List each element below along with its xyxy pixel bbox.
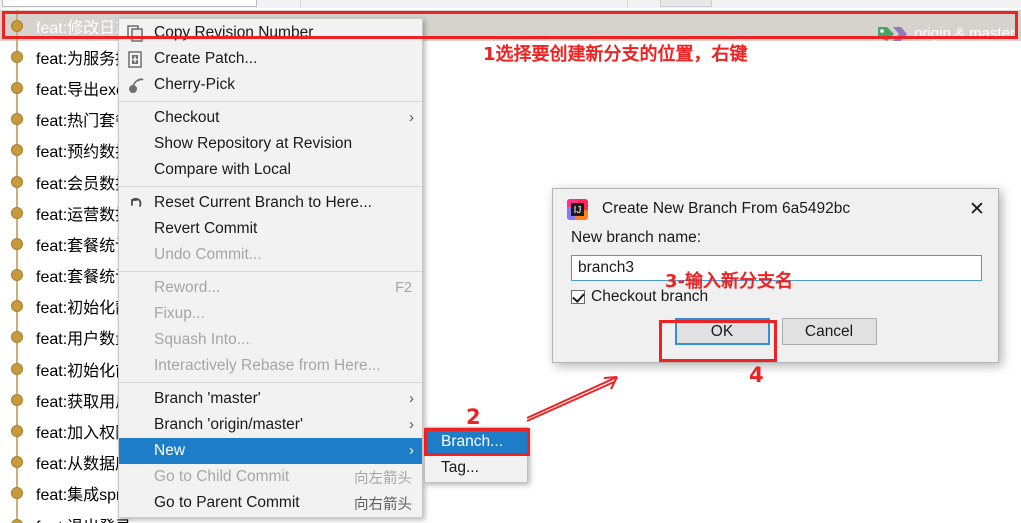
menu-separator	[119, 271, 422, 272]
new-submenu[interactable]: Branch... Tag...	[424, 427, 528, 483]
menu-item-checkout[interactable]: Checkout ›	[119, 105, 422, 131]
copy-icon	[126, 24, 145, 43]
graph-commit-node	[11, 425, 23, 438]
chevron-right-icon: ›	[409, 390, 414, 407]
menu-item-label: Checkout	[154, 109, 220, 126]
menu-item-label: Fixup...	[154, 305, 205, 322]
menu-item-label: Squash Into...	[154, 331, 250, 348]
menu-item-label: Go to Parent Commit	[154, 494, 300, 511]
log-filter-input[interactable]	[2, 0, 257, 7]
menu-item-label: Go to Child Commit	[154, 468, 290, 485]
graph-commit-node	[11, 237, 23, 250]
graph-commit-node	[11, 393, 23, 406]
menu-item-interactively-rebase-from-here: Interactively Rebase from Here...	[119, 353, 422, 379]
branch-ref-label: origin & master	[914, 25, 1015, 42]
menu-item-label: Compare with Local	[154, 161, 291, 178]
menu-item-fixup: Fixup...	[119, 301, 422, 327]
intellij-idea-icon: IJ	[567, 198, 588, 220]
menu-separator	[119, 101, 422, 102]
submenu-item-tag[interactable]: Tag...	[425, 455, 527, 481]
menu-item-branch-origin-master[interactable]: Branch 'origin/master' ›	[119, 412, 422, 438]
menu-item-copy-revision-number[interactable]: Copy Revision Number	[119, 20, 422, 46]
commit-message: feat:退出登录	[36, 513, 131, 523]
cancel-button[interactable]: Cancel	[781, 318, 877, 345]
checkbox-box[interactable]	[571, 290, 585, 304]
ok-button[interactable]: OK	[674, 318, 770, 345]
graph-commit-node	[11, 206, 23, 219]
svg-text:IJ: IJ	[574, 205, 582, 216]
menu-item-go-to-child-commit: Go to Child Commit 向左箭头	[119, 464, 422, 490]
menu-item-label: Create Patch...	[154, 50, 258, 67]
graph-commit-node	[11, 175, 23, 188]
graph-commit-node	[11, 144, 23, 157]
dialog-title: Create New Branch From 6a5492bc	[602, 200, 851, 217]
menu-item-reset-current-branch-to-here[interactable]: Reset Current Branch to Here...	[119, 190, 422, 216]
menu-separator	[119, 186, 422, 187]
menu-item-label: Revert Commit	[154, 220, 258, 237]
dialog-buttons: OK Cancel	[571, 318, 980, 345]
menu-item-label: Copy Revision Number	[154, 24, 314, 41]
toolbar-chip[interactable]	[660, 0, 712, 7]
toolbar-separator	[627, 0, 628, 7]
graph-commit-node	[11, 487, 23, 500]
submenu-item-branch[interactable]: Branch...	[425, 429, 527, 455]
annotation-step4-number: 4	[749, 363, 764, 387]
cherry-icon	[126, 76, 145, 95]
menu-item-shortcut: 向右箭头	[354, 496, 412, 513]
chevron-right-icon: ›	[409, 442, 414, 459]
top-toolbar-strip	[0, 0, 1021, 8]
menu-item-undo-commit: Undo Commit...	[119, 242, 422, 268]
menu-separator	[119, 382, 422, 383]
graph-commit-node	[11, 19, 23, 32]
commit-context-menu[interactable]: Copy Revision Number Create Patch... Cherr…	[118, 18, 423, 518]
patch-icon	[126, 50, 145, 69]
menu-item-label: Interactively Rebase from Here...	[154, 357, 381, 374]
screenshot-root: feat:修改日志输出位置 feat:为服务提供 feat:导出excel feat:…	[0, 0, 1021, 523]
menu-item-label: Reset Current Branch to Here...	[154, 194, 372, 211]
graph-commit-node	[11, 300, 23, 313]
menu-item-new[interactable]: New ›	[119, 438, 422, 464]
annotation-step2-number: 2	[466, 405, 481, 429]
close-icon[interactable]: ✕	[962, 195, 992, 223]
menu-item-label: Undo Commit...	[154, 246, 262, 263]
reset-icon	[126, 194, 145, 213]
menu-item-shortcut: F2	[395, 280, 412, 296]
graph-commit-node	[11, 113, 23, 126]
chevron-right-icon: ›	[409, 416, 414, 433]
menu-item-create-patch[interactable]: Create Patch...	[119, 46, 422, 72]
menu-item-label: Cherry-Pick	[154, 76, 235, 93]
menu-item-show-repository-at-revision[interactable]: Show Repository at Revision	[119, 131, 422, 157]
dialog-titlebar: IJ Create New Branch From 6a5492bc ✕	[553, 189, 998, 229]
menu-item-compare-with-local[interactable]: Compare with Local	[119, 157, 422, 183]
branch-ref-chip[interactable]: origin & master	[875, 25, 1015, 42]
branch-name-label: New branch name:	[571, 229, 702, 246]
graph-commit-node	[11, 456, 23, 469]
menu-item-branch-master[interactable]: Branch 'master' ›	[119, 386, 422, 412]
graph-commit-node	[11, 331, 23, 344]
graph-commit-node	[11, 362, 23, 375]
graph-commit-node	[11, 81, 23, 94]
menu-item-reword: Reword... F2	[119, 275, 422, 301]
menu-item-shortcut: 向左箭头	[354, 470, 412, 487]
menu-item-label: Show Repository at Revision	[154, 135, 353, 152]
menu-item-squash-into: Squash Into...	[119, 327, 422, 353]
annotation-step1-text: 1选择要创建新分支的位置，右键	[483, 44, 748, 65]
menu-item-revert-commit[interactable]: Revert Commit	[119, 216, 422, 242]
menu-item-label: Reword...	[154, 279, 221, 296]
graph-commit-node	[11, 269, 23, 282]
annotation-step3-text: 3-输入新分支名	[665, 271, 793, 292]
menu-item-label: New	[154, 442, 186, 459]
menu-item-go-to-parent-commit[interactable]: Go to Parent Commit 向右箭头	[119, 490, 422, 516]
menu-item-label: Branch 'origin/master'	[154, 416, 303, 433]
graph-commit-node	[11, 50, 23, 63]
graph-commit-node	[11, 518, 23, 523]
chevron-right-icon: ›	[409, 109, 414, 126]
branch-tag-icon	[875, 26, 909, 42]
menu-item-label: Branch 'master'	[154, 390, 261, 407]
menu-item-cherry-pick[interactable]: Cherry-Pick	[119, 72, 422, 98]
toolbar-separator	[300, 0, 301, 7]
